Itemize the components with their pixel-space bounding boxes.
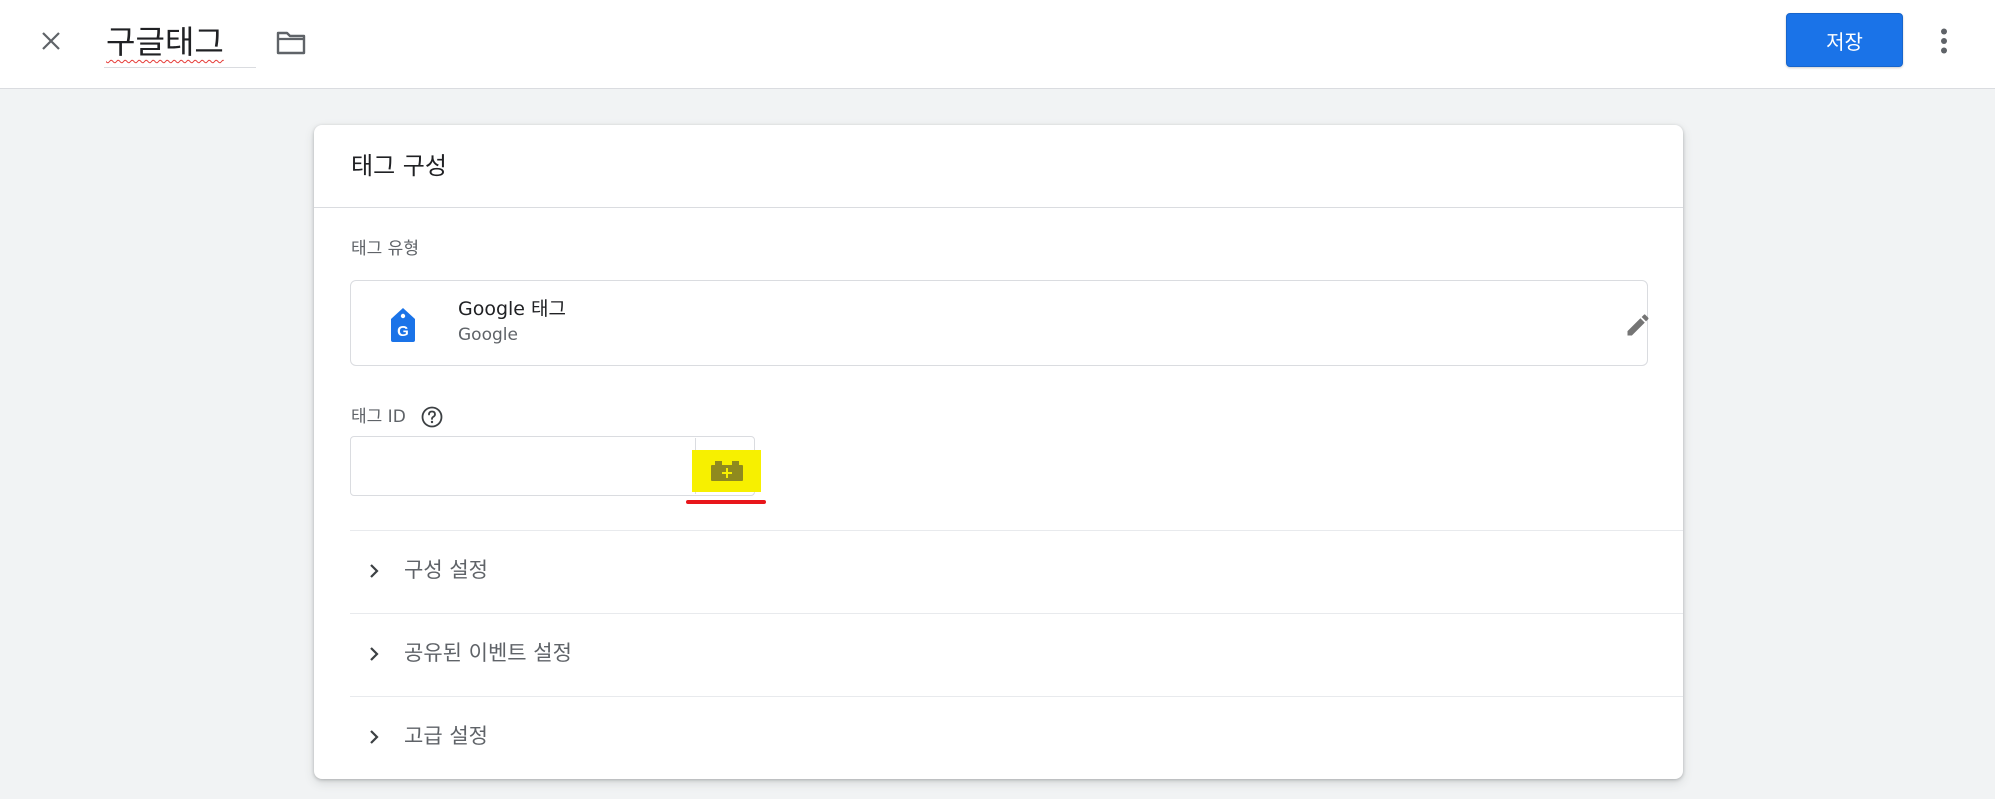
google-tag-icon: G [391, 308, 415, 342]
card-header: 태그 구성 [314, 125, 1683, 208]
pencil-icon [1627, 314, 1649, 336]
variable-picker-icon [710, 461, 743, 481]
svg-text:G: G [397, 323, 409, 340]
more-vert-icon [1941, 28, 1947, 54]
chevron-right-icon [370, 730, 379, 744]
tag-type-selector[interactable]: G Google 태그 Google [350, 280, 1649, 366]
chevron-right-icon [370, 647, 379, 661]
folder-icon [276, 31, 306, 55]
section-label: 구성 설정 [404, 558, 488, 582]
tag-name-text: 구글태그 [106, 23, 224, 61]
tag-type-name: Google 태그 [458, 298, 567, 320]
edit-tag-type-button[interactable] [1622, 309, 1654, 341]
editor-header: 구글태그 저장 [0, 0, 1995, 89]
more-options-button[interactable] [1926, 20, 1962, 62]
tag-name-field[interactable]: 구글태그 [104, 18, 256, 68]
help-circle-icon[interactable] [421, 406, 443, 428]
tag-id-label: 태그 ID [351, 407, 406, 427]
section-label: 고급 설정 [404, 724, 488, 748]
folder-button[interactable] [272, 24, 310, 60]
close-button[interactable] [32, 22, 70, 60]
card-title: 태그 구성 [351, 152, 447, 180]
annotation-underline [686, 500, 766, 504]
section-configuration-settings[interactable]: 구성 설정 [350, 530, 1683, 613]
tag-type-label: 태그 유형 [351, 239, 419, 259]
section-advanced-settings[interactable]: 고급 설정 [350, 696, 1683, 779]
section-shared-event-settings[interactable]: 공유된 이벤트 설정 [350, 613, 1683, 696]
tag-configuration-card: 태그 구성 태그 유형 G Google 태그 Google 태그 ID 구성 … [314, 125, 1683, 779]
tag-type-vendor: Google [458, 325, 518, 345]
save-button[interactable]: 저장 [1786, 13, 1903, 67]
close-icon [42, 32, 60, 50]
chevron-right-icon [370, 564, 379, 578]
insert-variable-button[interactable] [692, 450, 761, 492]
section-label: 공유된 이벤트 설정 [404, 641, 572, 665]
